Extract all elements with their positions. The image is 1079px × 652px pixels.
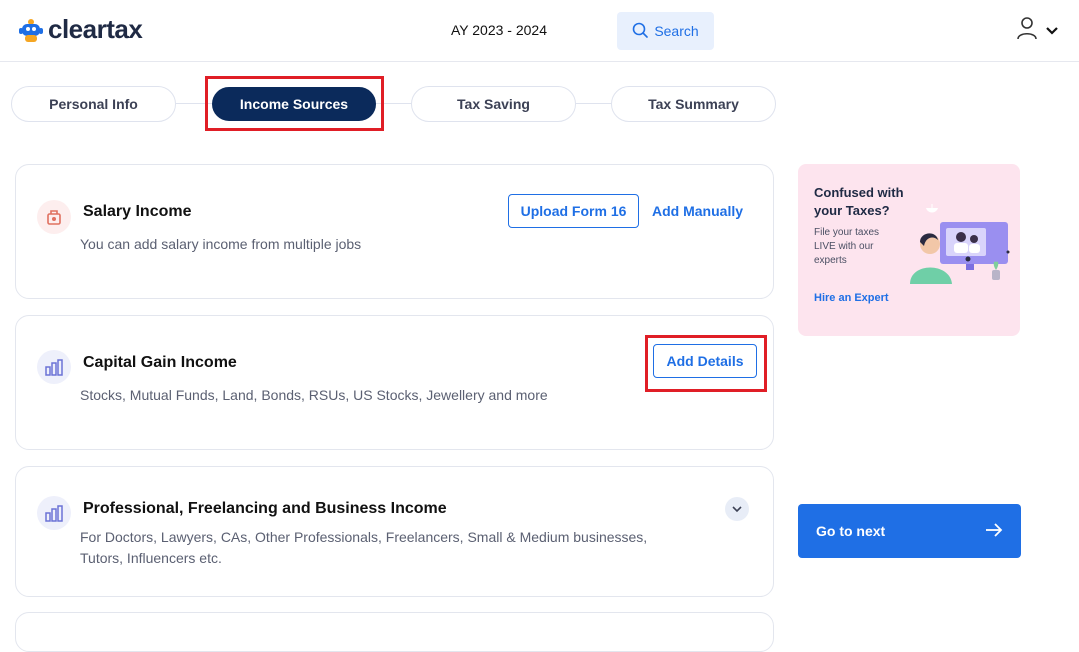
go-to-next-button[interactable]: Go to next bbox=[798, 504, 1021, 558]
next-income-card bbox=[15, 612, 774, 652]
expert-illustration-icon bbox=[906, 204, 1014, 293]
go-to-next-label: Go to next bbox=[816, 523, 886, 539]
bar-chart-icon bbox=[37, 350, 71, 384]
salary-income-description: You can add salary income from multiple … bbox=[80, 236, 362, 252]
professional-income-card: Professional, Freelancing and Business I… bbox=[15, 466, 774, 597]
hire-expert-link[interactable]: Hire an Expert bbox=[814, 292, 889, 304]
assessment-year[interactable]: AY 2023 - 2024 bbox=[451, 22, 547, 38]
user-menu[interactable] bbox=[1016, 16, 1058, 45]
professional-income-description-line1: For Doctors, Lawyers, CAs, Other Profess… bbox=[80, 529, 648, 545]
cleartax-mascot-icon bbox=[18, 16, 44, 44]
capital-gain-title: Capital Gain Income bbox=[83, 354, 237, 371]
search-icon bbox=[632, 22, 649, 41]
search-label: Search bbox=[654, 23, 699, 39]
tab-personal-info[interactable]: Personal Info bbox=[11, 86, 176, 122]
add-details-button[interactable]: Add Details bbox=[653, 344, 757, 378]
capital-gain-card: Capital Gain Income Stocks, Mutual Funds… bbox=[15, 315, 774, 450]
tab-tax-summary[interactable]: Tax Summary bbox=[611, 86, 776, 122]
bar-chart-icon bbox=[37, 496, 71, 530]
step-connector bbox=[576, 103, 612, 104]
professional-income-description-line2: Tutors, Influencers etc. bbox=[80, 550, 222, 566]
arrow-right-icon bbox=[985, 522, 1003, 540]
add-manually-link[interactable]: Add Manually bbox=[652, 203, 743, 219]
cleartax-logo[interactable]: cleartax bbox=[18, 14, 143, 45]
chevron-down-icon bbox=[732, 500, 742, 518]
step-connector bbox=[176, 103, 212, 104]
search-button[interactable]: Search bbox=[617, 12, 714, 50]
user-icon bbox=[1016, 16, 1038, 45]
salary-icon bbox=[37, 200, 71, 234]
step-tabs: Personal Info Income Sources Tax Saving … bbox=[0, 86, 780, 122]
promo-subtitle: File your taxes LIVE with our experts bbox=[814, 227, 880, 266]
salary-income-card: Salary Income You can add salary income … bbox=[15, 164, 774, 299]
tab-tax-saving[interactable]: Tax Saving bbox=[411, 86, 576, 122]
chevron-down-icon bbox=[1046, 22, 1058, 40]
step-connector bbox=[376, 103, 412, 104]
tab-income-sources[interactable]: Income Sources bbox=[212, 87, 376, 121]
logo-text: cleartax bbox=[48, 14, 143, 44]
upload-form16-button[interactable]: Upload Form 16 bbox=[508, 194, 639, 228]
hire-expert-promo: Confused with your Taxes? File your taxe… bbox=[798, 164, 1020, 336]
salary-income-title: Salary Income bbox=[83, 203, 192, 220]
expand-button[interactable] bbox=[725, 497, 749, 521]
capital-gain-description: Stocks, Mutual Funds, Land, Bonds, RSUs,… bbox=[80, 387, 548, 403]
professional-income-title: Professional, Freelancing and Business I… bbox=[83, 500, 447, 517]
top-bar: cleartax AY 2023 - 2024 Search bbox=[0, 0, 1079, 62]
